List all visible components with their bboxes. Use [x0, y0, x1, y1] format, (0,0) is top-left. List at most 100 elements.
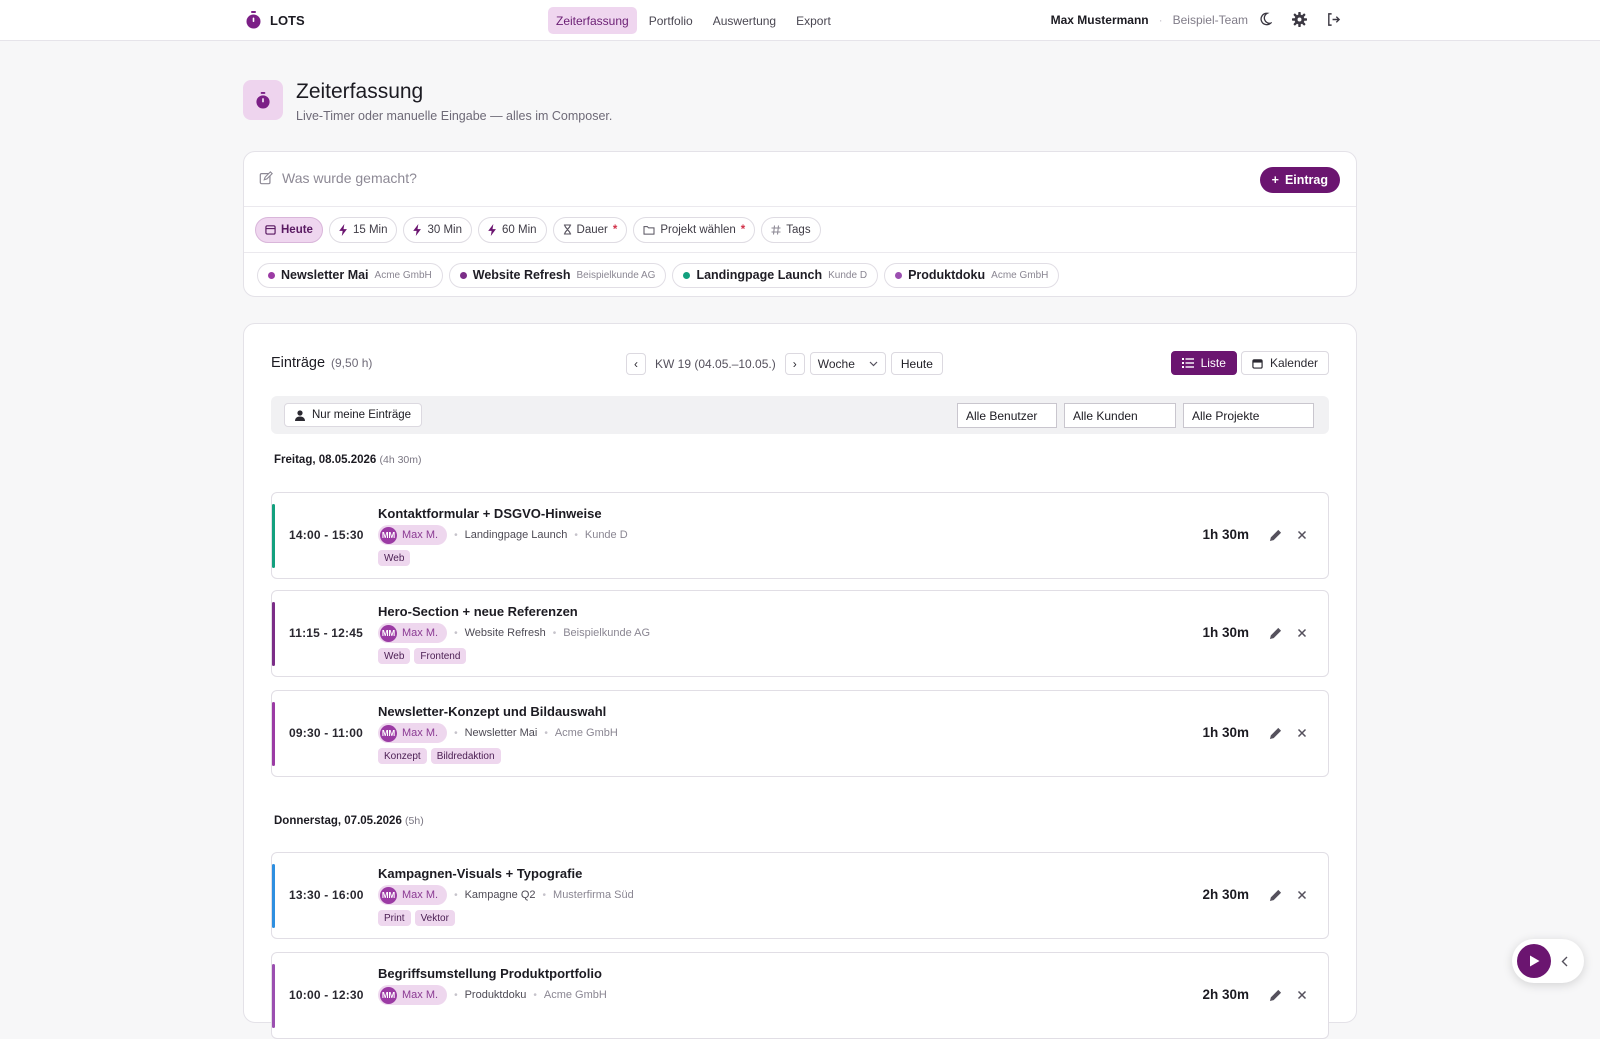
- top-navigation-bar: LOTS Zeiterfassung Portfolio Auswertung …: [0, 0, 1600, 41]
- chevron-left-icon[interactable]: [1561, 956, 1568, 967]
- user-badge: MM Max M.: [378, 985, 448, 1005]
- stopwatch-icon: [243, 80, 283, 120]
- separator: ·: [1158, 13, 1163, 27]
- entries-panel: Einträge (9,50 h) ‹ KW 19 (04.05.–10.05.…: [243, 323, 1357, 1039]
- meta-separator: •: [454, 627, 458, 639]
- recent-projects: Newsletter Mai Acme GmbH Website Refresh…: [244, 253, 1356, 297]
- only-mine-button[interactable]: Nur meine Einträge: [284, 403, 423, 427]
- entry-duration: 1h 30m: [1202, 725, 1249, 740]
- chip-15-min[interactable]: 15 Min: [328, 216, 398, 243]
- chip-60-min[interactable]: 60 Min: [478, 216, 547, 243]
- chip-today[interactable]: Heute: [255, 216, 323, 243]
- projects-filter-select[interactable]: Alle Projekte: [1183, 403, 1314, 428]
- view-list-button[interactable]: Liste: [1170, 351, 1237, 375]
- chip-project[interactable]: Projekt wählen *: [633, 216, 756, 243]
- user-badge: MM Max M.: [378, 885, 448, 905]
- avatar: MM: [380, 526, 397, 544]
- team-name: Beispiel-Team: [1172, 13, 1248, 27]
- nav-item-portfolio[interactable]: Portfolio: [641, 7, 701, 34]
- entry-tags: Web: [378, 550, 411, 566]
- entry-title: Kampagnen-Visuals + Typografie: [378, 866, 583, 881]
- meta-separator: •: [454, 989, 458, 1001]
- entry-client: Musterfirma Süd: [553, 889, 634, 901]
- project-color-bar: [272, 964, 275, 1028]
- close-icon[interactable]: [1296, 529, 1309, 542]
- nav-item-auswertung[interactable]: Auswertung: [705, 7, 784, 34]
- project-client: Acme GmbH: [991, 269, 1049, 281]
- close-icon[interactable]: [1296, 889, 1309, 902]
- view-toggle: Liste Kalender: [1170, 351, 1329, 375]
- brand-logo[interactable]: LOTS: [245, 11, 305, 29]
- entry-title: Newsletter-Konzept und Bildauswahl: [378, 704, 607, 719]
- nav-item-zeiterfassung[interactable]: Zeiterfassung: [548, 7, 637, 34]
- range-select[interactable]: Woche: [809, 352, 886, 375]
- close-icon[interactable]: [1296, 727, 1309, 740]
- pencil-icon[interactable]: [1269, 889, 1282, 902]
- project-chip[interactable]: Produktdoku Acme GmbH: [884, 262, 1060, 288]
- time-entry[interactable]: 10:00 - 12:30 Begriffsumstellung Produkt…: [271, 952, 1329, 1039]
- user-short-name: Max M.: [402, 889, 439, 901]
- play-timer-button[interactable]: [1517, 944, 1551, 978]
- entry-time: 09:30 - 11:00: [289, 726, 363, 740]
- pencil-icon[interactable]: [1269, 989, 1282, 1002]
- entry-tags: Print Vektor: [378, 910, 455, 926]
- today-button[interactable]: Heute: [890, 352, 943, 375]
- prev-week-button[interactable]: ‹: [626, 352, 646, 375]
- chip-30-min[interactable]: 30 Min: [403, 216, 473, 243]
- user-area: Max Mustermann · Beispiel-Team: [1051, 12, 1342, 28]
- gear-icon[interactable]: [1292, 12, 1308, 28]
- entry-tags: Konzept Bildredaktion: [378, 748, 501, 764]
- time-entry[interactable]: 14:00 - 15:30 Kontaktformular + DSGVO-Hi…: [271, 492, 1329, 579]
- entry-project: Produktdoku: [464, 989, 527, 1001]
- logout-icon[interactable]: [1326, 12, 1342, 28]
- lightning-icon: [413, 223, 422, 236]
- description-input[interactable]: Was wurde gemacht?: [259, 170, 417, 186]
- entries-header: Einträge (9,50 h): [271, 355, 372, 371]
- day-sum: (4h 30m): [379, 454, 422, 466]
- calendar-icon: [1252, 358, 1263, 369]
- tag: Vektor: [414, 910, 455, 926]
- clients-filter-select[interactable]: Alle Kunden: [1064, 403, 1176, 428]
- view-calendar-label: Kalender: [1269, 356, 1318, 370]
- users-filter-select[interactable]: Alle Benutzer: [957, 403, 1057, 428]
- pencil-icon[interactable]: [1269, 627, 1282, 640]
- required-marker: *: [740, 223, 746, 236]
- close-icon[interactable]: [1296, 627, 1309, 640]
- pencil-icon[interactable]: [1269, 727, 1282, 740]
- chip-tags[interactable]: Tags: [761, 216, 821, 243]
- meta-separator: •: [454, 889, 458, 901]
- range-select-value: Woche: [817, 356, 855, 371]
- time-entry[interactable]: 13:30 - 16:00 Kampagnen-Visuals + Typogr…: [271, 852, 1329, 939]
- next-week-button[interactable]: ›: [784, 352, 805, 375]
- entry-time: 14:00 - 15:30: [289, 528, 364, 542]
- project-chip[interactable]: Landingpage Launch Kunde D: [672, 262, 879, 288]
- entry-composer: Was wurde gemacht? + Eintrag Heute 15 Mi…: [243, 151, 1357, 297]
- entries-total: (9,50 h): [331, 356, 373, 370]
- tag: Frontend: [414, 648, 467, 664]
- time-entry[interactable]: 11:15 - 12:45 Hero-Section + neue Refere…: [271, 590, 1329, 677]
- user-name[interactable]: Max Mustermann: [1051, 13, 1149, 27]
- project-color-bar: [272, 864, 275, 928]
- meta-separator: •: [552, 627, 557, 639]
- filter-bar: Nur meine Einträge Alle Benutzer Alle Ku…: [271, 396, 1329, 434]
- add-entry-button[interactable]: + Eintrag: [1259, 167, 1340, 193]
- description-placeholder: Was wurde gemacht?: [282, 170, 417, 186]
- edit-icon: [259, 171, 273, 185]
- chip-duration-label: Dauer: [576, 223, 608, 236]
- close-icon[interactable]: [1296, 989, 1309, 1002]
- entry-project: Website Refresh: [464, 627, 546, 639]
- add-entry-label: Eintrag: [1284, 173, 1328, 187]
- moon-icon[interactable]: [1258, 12, 1274, 28]
- entry-project: Kampagne Q2: [464, 889, 536, 901]
- day-sum: (5h): [405, 815, 424, 827]
- time-entry[interactable]: 09:30 - 11:00 Newsletter-Konzept und Bil…: [271, 690, 1329, 777]
- avatar: MM: [380, 624, 397, 642]
- view-calendar-button[interactable]: Kalender: [1240, 351, 1329, 375]
- chip-duration[interactable]: Dauer *: [552, 216, 628, 243]
- project-chip[interactable]: Website Refresh Beispielkunde AG: [448, 262, 667, 288]
- day-label: Freitag, 08.05.2026: [274, 454, 377, 466]
- nav-item-export[interactable]: Export: [788, 7, 839, 34]
- page-title: Zeiterfassung: [296, 80, 424, 103]
- project-chip[interactable]: Newsletter Mai Acme GmbH: [257, 262, 443, 288]
- pencil-icon[interactable]: [1269, 529, 1282, 542]
